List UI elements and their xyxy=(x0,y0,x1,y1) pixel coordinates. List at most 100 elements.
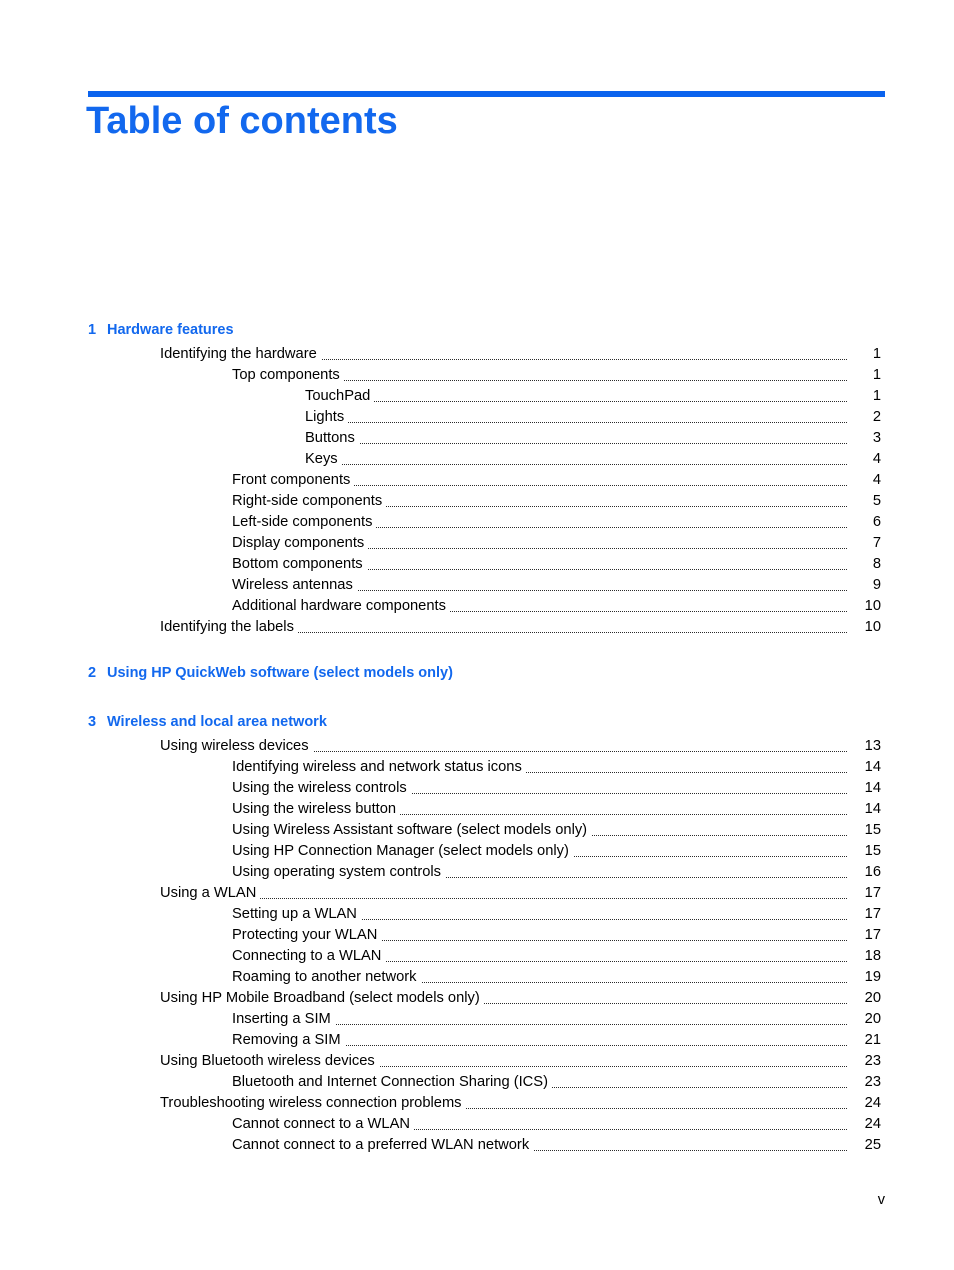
toc-entry-label: Setting up a WLAN xyxy=(232,906,361,922)
toc-entry[interactable]: Using operating system controls 16 xyxy=(0,862,954,883)
toc-entry-label: Wireless antennas xyxy=(232,577,357,593)
toc-entry[interactable]: Connecting to a WLAN 18 xyxy=(0,946,954,967)
chapter-heading[interactable]: 3 Wireless and local area network xyxy=(0,714,954,735)
toc-page: Table of contents 1 Hardware features Iden… xyxy=(0,0,954,1270)
leader-dots xyxy=(305,443,853,444)
toc-entry-label: Front components xyxy=(232,472,355,488)
toc-entry-label: Using a WLAN xyxy=(160,885,261,901)
toc-entry[interactable]: Inserting a SIM 20 xyxy=(0,1009,954,1030)
toc-entry[interactable]: Cannot connect to a WLAN 24 xyxy=(0,1114,954,1135)
toc-entry[interactable]: Protecting your WLAN 17 xyxy=(0,925,954,946)
toc-entry[interactable]: Removing a SIM 21 xyxy=(0,1030,954,1051)
toc-entry-label: Identifying the hardware xyxy=(160,346,321,362)
toc-entry-label: Identifying the labels xyxy=(160,619,298,635)
toc-entry[interactable]: Bluetooth and Internet Connection Sharin… xyxy=(0,1072,954,1093)
toc-entry-page-number: 16 xyxy=(848,862,881,883)
toc-entry-label: Inserting a SIM xyxy=(232,1011,335,1027)
toc-entry-label: Lights xyxy=(305,409,349,425)
toc-entry-page-number: 25 xyxy=(848,1135,881,1156)
toc-entry-page-number: 23 xyxy=(848,1072,881,1093)
toc-entry-label: Using HP Mobile Broadband (select models… xyxy=(160,990,484,1006)
toc-entry-label: Display components xyxy=(232,535,369,551)
chapter-title: Hardware features xyxy=(107,322,234,338)
toc-entry[interactable]: Left-side components 6 xyxy=(0,512,954,533)
toc-entry[interactable]: Additional hardware components 10 xyxy=(0,596,954,617)
toc-entry-label: Removing a SIM xyxy=(232,1032,345,1048)
toc-entry[interactable]: Using the wireless controls 14 xyxy=(0,778,954,799)
toc-entry[interactable]: Using Bluetooth wireless devices 23 xyxy=(0,1051,954,1072)
toc-entry[interactable]: Using the wireless button 14 xyxy=(0,799,954,820)
toc-entry[interactable]: Roaming to another network 19 xyxy=(0,967,954,988)
leader-dots xyxy=(305,422,853,423)
chapter-spacer xyxy=(0,638,954,665)
toc-entry[interactable]: Setting up a WLAN 17 xyxy=(0,904,954,925)
toc-entry[interactable]: Cannot connect to a preferred WLAN netwo… xyxy=(0,1135,954,1156)
toc-chapter: 1 Hardware features Identifying the hardwa… xyxy=(0,322,954,638)
toc-entry[interactable]: Using wireless devices 13 xyxy=(0,736,954,757)
toc-entry-label: Top components xyxy=(232,367,344,383)
toc-entry-page-number: 14 xyxy=(848,799,881,820)
toc-entry[interactable]: Lights 2 xyxy=(0,407,954,428)
toc-entry[interactable]: Right-side components 5 xyxy=(0,491,954,512)
toc-entry-label: Identifying wireless and network status … xyxy=(232,759,526,775)
chapter-heading[interactable]: 2 Using HP QuickWeb software (select mode… xyxy=(0,665,954,686)
footer-page-number: v xyxy=(877,1192,885,1208)
toc-entry-page-number: 19 xyxy=(848,967,881,988)
toc-entry[interactable]: Using Wireless Assistant software (selec… xyxy=(0,820,954,841)
toc-entry-page-number: 13 xyxy=(848,736,881,757)
toc-entry[interactable]: Display components 7 xyxy=(0,533,954,554)
chapter-spacer xyxy=(0,687,954,714)
toc-entry-page-number: 4 xyxy=(848,470,881,491)
toc-entry-page-number: 10 xyxy=(848,596,881,617)
toc-entry[interactable]: Front components 4 xyxy=(0,470,954,491)
toc-entry-page-number: 10 xyxy=(848,617,881,638)
toc-entry[interactable]: Wireless antennas 9 xyxy=(0,575,954,596)
toc-entry-page-number: 24 xyxy=(848,1093,881,1114)
toc-entry-label: Bluetooth and Internet Connection Sharin… xyxy=(232,1074,552,1090)
toc-entry-label: Using Wireless Assistant software (selec… xyxy=(232,822,592,838)
toc-entry[interactable]: Top components 1 xyxy=(0,365,954,386)
toc-entry[interactable]: Identifying the hardware 1 xyxy=(0,344,954,365)
toc-entry-label: Using Bluetooth wireless devices xyxy=(160,1053,379,1069)
toc-entry[interactable]: Bottom components 8 xyxy=(0,554,954,575)
toc-entry-page-number: 4 xyxy=(848,449,881,470)
chapter-number: 3 xyxy=(88,714,97,730)
chapter-number: 1 xyxy=(88,322,97,338)
leader-dots xyxy=(160,898,853,899)
toc-entry-label: Using HP Connection Manager (select mode… xyxy=(232,843,573,859)
toc-entry[interactable]: Keys 4 xyxy=(0,449,954,470)
toc-entry[interactable]: Using HP Connection Manager (select mode… xyxy=(0,841,954,862)
leader-dots xyxy=(305,401,853,402)
toc-entry[interactable]: Identifying wireless and network status … xyxy=(0,757,954,778)
toc-entry-page-number: 15 xyxy=(848,820,881,841)
toc-entry-page-number: 17 xyxy=(848,883,881,904)
toc-entry-page-number: 9 xyxy=(848,575,881,596)
toc-entry-page-number: 1 xyxy=(848,365,881,386)
toc-entry[interactable]: Buttons 3 xyxy=(0,428,954,449)
toc-entry-label: Connecting to a WLAN xyxy=(232,948,386,964)
toc-entry-label: Buttons xyxy=(305,430,359,446)
toc-entry-label: Cannot connect to a WLAN xyxy=(232,1116,414,1132)
toc-entry[interactable]: Using HP Mobile Broadband (select models… xyxy=(0,988,954,1009)
chapter-title: Wireless and local area network xyxy=(107,714,327,730)
toc-entry-page-number: 5 xyxy=(848,491,881,512)
toc-entry-page-number: 6 xyxy=(848,512,881,533)
chapter-heading[interactable]: 1 Hardware features xyxy=(0,322,954,343)
toc-entry[interactable]: Identifying the labels 10 xyxy=(0,617,954,638)
toc-entry-label: Troubleshooting wireless connection prob… xyxy=(160,1095,466,1111)
toc-entry-page-number: 14 xyxy=(848,778,881,799)
toc-entry-label: Roaming to another network xyxy=(232,969,421,985)
toc-entry[interactable]: Troubleshooting wireless connection prob… xyxy=(0,1093,954,1114)
leader-dots xyxy=(305,464,853,465)
toc-entry-label: Right-side components xyxy=(232,493,387,509)
toc-entry[interactable]: Using a WLAN 17 xyxy=(0,883,954,904)
toc-entry-label: Cannot connect to a preferred WLAN netwo… xyxy=(232,1137,534,1153)
toc-entry-label: Using wireless devices xyxy=(160,738,313,754)
toc-entry[interactable]: TouchPad 1 xyxy=(0,386,954,407)
toc-entry-label: TouchPad xyxy=(305,388,375,404)
toc-entry-page-number: 21 xyxy=(848,1030,881,1051)
toc-entry-label: Using operating system controls xyxy=(232,864,445,880)
toc-entry-page-number: 18 xyxy=(848,946,881,967)
chapter-title: Using HP QuickWeb software (select model… xyxy=(107,665,453,681)
toc-entry-page-number: 14 xyxy=(848,757,881,778)
